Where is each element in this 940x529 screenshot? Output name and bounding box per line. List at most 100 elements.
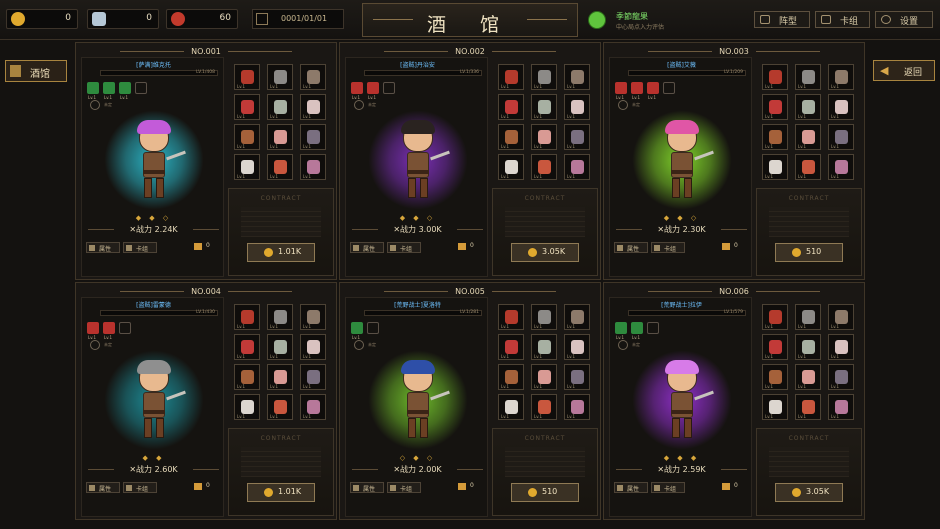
equip-slot[interactable]: Lv.1 xyxy=(762,154,788,180)
empty-skill-slot[interactable] xyxy=(119,322,131,334)
equip-slot[interactable]: Lv.1 xyxy=(498,364,524,390)
equip-slot[interactable]: Lv.1 xyxy=(828,64,854,90)
deck-button[interactable]: 卡组 xyxy=(815,11,870,28)
skill-icon[interactable] xyxy=(87,322,99,334)
equip-slot[interactable]: Lv.1 xyxy=(762,124,788,150)
equip-slot[interactable]: Lv.1 xyxy=(795,124,821,150)
equip-slot[interactable]: Lv.1 xyxy=(828,394,854,420)
skill-icon[interactable] xyxy=(87,82,99,94)
equip-slot[interactable]: Lv.1 xyxy=(762,94,788,120)
equip-slot[interactable]: Lv.1 xyxy=(267,394,293,420)
equip-slot[interactable]: Lv.1 xyxy=(300,364,326,390)
equip-slot[interactable]: Lv.1 xyxy=(531,154,557,180)
equip-slot[interactable]: Lv.1 xyxy=(762,334,788,360)
skill-icon[interactable] xyxy=(615,322,627,334)
hero-sprite[interactable] xyxy=(130,120,186,206)
equip-slot[interactable]: Lv.1 xyxy=(564,304,590,330)
equip-slot[interactable]: Lv.1 xyxy=(564,394,590,420)
equip-slot[interactable]: Lv.1 xyxy=(267,94,293,120)
hire-price-button[interactable]: 1.01K xyxy=(247,483,315,502)
equip-slot[interactable]: Lv.1 xyxy=(531,364,557,390)
skill-icon[interactable] xyxy=(647,82,659,94)
skill-icon[interactable] xyxy=(367,82,379,94)
card-deck-button[interactable]: 卡组 xyxy=(651,482,685,493)
card-deck-button[interactable]: 卡组 xyxy=(651,242,685,253)
equip-slot[interactable]: Lv.1 xyxy=(234,334,260,360)
empty-skill-slot[interactable] xyxy=(383,82,395,94)
tavern-tab-button[interactable]: 酒馆 xyxy=(5,60,67,82)
equip-slot[interactable]: Lv.1 xyxy=(234,394,260,420)
equip-slot[interactable]: Lv.1 xyxy=(762,394,788,420)
equip-slot[interactable]: Lv.1 xyxy=(234,94,260,120)
equip-slot[interactable]: Lv.1 xyxy=(795,334,821,360)
equip-slot[interactable]: Lv.1 xyxy=(498,334,524,360)
attributes-button[interactable]: 属性 xyxy=(86,482,120,493)
equip-slot[interactable]: Lv.1 xyxy=(828,94,854,120)
equip-slot[interactable]: Lv.1 xyxy=(300,154,326,180)
equip-slot[interactable]: Lv.1 xyxy=(531,394,557,420)
attributes-button[interactable]: 属性 xyxy=(86,242,120,253)
equip-slot[interactable]: Lv.1 xyxy=(762,364,788,390)
equip-slot[interactable]: Lv.1 xyxy=(498,154,524,180)
empty-skill-slot[interactable] xyxy=(135,82,147,94)
equip-slot[interactable]: Lv.1 xyxy=(267,334,293,360)
card-deck-button[interactable]: 卡组 xyxy=(123,482,157,493)
equip-slot[interactable]: Lv.1 xyxy=(498,64,524,90)
empty-skill-slot[interactable] xyxy=(367,322,379,334)
card-deck-button[interactable]: 卡组 xyxy=(387,482,421,493)
equip-slot[interactable]: Lv.1 xyxy=(762,64,788,90)
skill-icon[interactable] xyxy=(351,322,363,334)
equip-slot[interactable]: Lv.1 xyxy=(531,334,557,360)
hero-sprite[interactable] xyxy=(658,360,714,446)
equip-slot[interactable]: Lv.1 xyxy=(267,304,293,330)
equip-slot[interactable]: Lv.1 xyxy=(498,394,524,420)
hire-price-button[interactable]: 510 xyxy=(775,243,843,262)
equip-slot[interactable]: Lv.1 xyxy=(234,124,260,150)
hire-price-button[interactable]: 3.05K xyxy=(775,483,843,502)
equip-slot[interactable]: Lv.1 xyxy=(795,364,821,390)
equip-slot[interactable]: Lv.1 xyxy=(795,94,821,120)
equip-slot[interactable]: Lv.1 xyxy=(531,94,557,120)
hire-price-button[interactable]: 510 xyxy=(511,483,579,502)
skill-icon[interactable] xyxy=(615,82,627,94)
hire-price-button[interactable]: 3.05K xyxy=(511,243,579,262)
equip-slot[interactable]: Lv.1 xyxy=(564,94,590,120)
equip-slot[interactable]: Lv.1 xyxy=(267,124,293,150)
equip-slot[interactable]: Lv.1 xyxy=(795,64,821,90)
formation-button[interactable]: 阵型 xyxy=(754,11,810,28)
hero-sprite[interactable] xyxy=(394,360,450,446)
hero-sprite[interactable] xyxy=(130,360,186,446)
equip-slot[interactable]: Lv.1 xyxy=(267,364,293,390)
equip-slot[interactable]: Lv.1 xyxy=(828,334,854,360)
equip-slot[interactable]: Lv.1 xyxy=(762,304,788,330)
equip-slot[interactable]: Lv.1 xyxy=(234,154,260,180)
attributes-button[interactable]: 属性 xyxy=(614,242,648,253)
skill-icon[interactable] xyxy=(631,82,643,94)
equip-slot[interactable]: Lv.1 xyxy=(564,334,590,360)
equip-slot[interactable]: Lv.1 xyxy=(531,64,557,90)
equip-slot[interactable]: Lv.1 xyxy=(267,154,293,180)
equip-slot[interactable]: Lv.1 xyxy=(828,124,854,150)
skill-icon[interactable] xyxy=(351,82,363,94)
empty-skill-slot[interactable] xyxy=(663,82,675,94)
status-indicator[interactable]: 季節龍果 中心局点入力评估 xyxy=(586,9,670,33)
equip-slot[interactable]: Lv.1 xyxy=(300,64,326,90)
equip-slot[interactable]: Lv.1 xyxy=(234,64,260,90)
equip-slot[interactable]: Lv.1 xyxy=(828,304,854,330)
card-deck-button[interactable]: 卡组 xyxy=(123,242,157,253)
equip-slot[interactable]: Lv.1 xyxy=(300,304,326,330)
settings-button[interactable]: 设置 xyxy=(875,11,933,28)
equip-slot[interactable]: Lv.1 xyxy=(234,304,260,330)
empty-skill-slot[interactable] xyxy=(647,322,659,334)
equip-slot[interactable]: Lv.1 xyxy=(564,124,590,150)
card-deck-button[interactable]: 卡组 xyxy=(387,242,421,253)
equip-slot[interactable]: Lv.1 xyxy=(531,304,557,330)
equip-slot[interactable]: Lv.1 xyxy=(300,394,326,420)
hero-sprite[interactable] xyxy=(658,120,714,206)
equip-slot[interactable]: Lv.1 xyxy=(531,124,557,150)
equip-slot[interactable]: Lv.1 xyxy=(498,94,524,120)
equip-slot[interactable]: Lv.1 xyxy=(828,154,854,180)
equip-slot[interactable]: Lv.1 xyxy=(267,64,293,90)
equip-slot[interactable]: Lv.1 xyxy=(828,364,854,390)
attributes-button[interactable]: 属性 xyxy=(614,482,648,493)
